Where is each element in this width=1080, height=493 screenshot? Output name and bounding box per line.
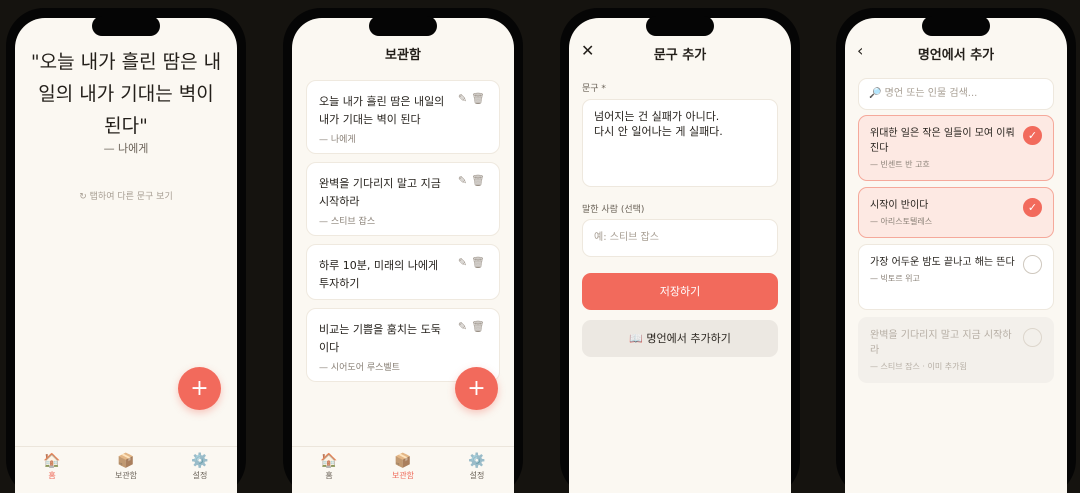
tab-home[interactable]: 🏠 홈 bbox=[292, 447, 366, 493]
tab-settings-label: 설정 bbox=[192, 471, 208, 480]
add-quote-fab[interactable]: + bbox=[178, 367, 221, 410]
famous-quote-item-disabled: 완벽을 기다리지 말고 지금 시작하라 — 스티브 잡스 · 이미 추가됨 bbox=[858, 317, 1054, 383]
famous-quote-author: — 아리스토텔레스 bbox=[870, 217, 933, 226]
home-icon: 🏠 bbox=[320, 453, 338, 469]
home-icon: 🏠 bbox=[43, 453, 61, 469]
phone-famous: ‹ 명언에서 추가 🔎 명언 또는 인물 검색... 위대한 일은 작은 일들이… bbox=[836, 8, 1076, 493]
saved-card-author: — 스티브 잡스 bbox=[319, 217, 376, 227]
phrase-textarea[interactable]: 넘어지는 건 실패가 아니다. 다시 안 일어나는 게 실패다. bbox=[582, 99, 778, 187]
archive-box-icon: 📦 bbox=[117, 453, 135, 469]
saved-card-actions: ✎🗑 bbox=[458, 174, 489, 187]
home-screen: "오늘 내가 흘린 땀은 내일의 내가 기대는 벽이 된다" — 나에게 ↻ 탭… bbox=[15, 18, 237, 493]
phone-notch bbox=[92, 16, 160, 36]
famous-quote-item[interactable]: 위대한 일은 작은 일들이 모여 이뤄진다 — 빈센트 반 고흐 ✓ bbox=[858, 115, 1054, 181]
tab-archive-label: 보관함 bbox=[114, 471, 138, 480]
tab-archive[interactable]: 📦 보관함 bbox=[89, 447, 163, 493]
archive-screen: 보관함 오늘 내가 흘린 땀은 내일의 내가 기대는 벽이 된다 — 나에게 ✎… bbox=[292, 18, 514, 493]
author-input[interactable]: 예: 스티브 잡스 bbox=[582, 219, 778, 257]
trash-icon[interactable]: 🗑 bbox=[471, 320, 489, 333]
phrase-label: 문구 * bbox=[582, 84, 606, 94]
page-title: 문구 추가 bbox=[653, 48, 707, 63]
tab-home[interactable]: 🏠 홈 bbox=[15, 447, 89, 493]
phone-archive: 보관함 오늘 내가 흘린 땀은 내일의 내가 기대는 벽이 된다 — 나에게 ✎… bbox=[283, 8, 523, 493]
tab-bar: 🏠 홈 📦 보관함 ⚙️ 설정 bbox=[15, 446, 237, 493]
famous-quote-text: 위대한 일은 작은 일들이 모여 이뤄진다 bbox=[870, 128, 1015, 154]
phone-add: ✕ 문구 추가 문구 * 넘어지는 건 실패가 아니다. 다시 안 일어나는 게… bbox=[560, 8, 800, 493]
tab-archive[interactable]: 📦 보관함 bbox=[366, 447, 440, 493]
add-screen: ✕ 문구 추가 문구 * 넘어지는 건 실패가 아니다. 다시 안 일어나는 게… bbox=[569, 18, 791, 493]
phone-notch bbox=[646, 16, 714, 36]
phone-home: "오늘 내가 흘린 땀은 내일의 내가 기대는 벽이 된다" — 나에게 ↻ 탭… bbox=[6, 8, 246, 493]
edit-icon[interactable]: ✎ bbox=[458, 174, 471, 187]
checkbox-checked[interactable]: ✓ bbox=[1023, 198, 1042, 217]
famous-quote-text: 시작이 반이다 bbox=[870, 200, 929, 211]
add-quote-fab[interactable]: + bbox=[455, 367, 498, 410]
edit-icon[interactable]: ✎ bbox=[458, 256, 471, 269]
famous-quote-item[interactable]: 시작이 반이다 — 아리스토텔레스 ✓ bbox=[858, 187, 1054, 238]
author-label: 말한 사람 (선택) bbox=[582, 205, 645, 215]
saved-card[interactable]: 하루 10분, 미래의 나에게 투자하기 ✎🗑 bbox=[306, 244, 500, 300]
famous-quote-author: — 스티브 잡스 · 이미 추가됨 bbox=[870, 362, 967, 371]
home-refresh-hint[interactable]: ↻ 탭하여 다른 문구 보기 bbox=[15, 189, 237, 202]
saved-card-author: — 나에게 bbox=[319, 135, 356, 145]
famous-screen: ‹ 명언에서 추가 🔎 명언 또는 인물 검색... 위대한 일은 작은 일들이… bbox=[845, 18, 1067, 493]
archive-box-icon: 📦 bbox=[394, 453, 412, 469]
home-quote-author: — 나에게 bbox=[103, 142, 149, 155]
edit-icon[interactable]: ✎ bbox=[458, 320, 471, 333]
tab-settings[interactable]: ⚙️ 설정 bbox=[440, 447, 514, 493]
save-button[interactable]: 저장하기 bbox=[582, 273, 778, 310]
famous-quote-author: — 빈센트 반 고흐 bbox=[870, 160, 930, 169]
trash-icon[interactable]: 🗑 bbox=[471, 92, 489, 105]
tab-archive-label: 보관함 bbox=[391, 471, 415, 480]
famous-quote-item[interactable]: 가장 어두운 밤도 끝나고 해는 뜬다 — 빅토르 위고 bbox=[858, 244, 1054, 310]
gear-icon: ⚙️ bbox=[191, 453, 209, 469]
famous-quote-text: 완벽을 기다리지 말고 지금 시작하라 bbox=[870, 330, 1012, 356]
famous-quote-author: — 빅토르 위고 bbox=[870, 274, 920, 283]
search-input[interactable]: 🔎 명언 또는 인물 검색... bbox=[858, 78, 1054, 110]
phone-notch bbox=[922, 16, 990, 36]
tab-settings-label: 설정 bbox=[469, 471, 485, 480]
home-quote-text[interactable]: "오늘 내가 흘린 땀은 내일의 내가 기대는 벽이 된다" bbox=[29, 46, 223, 142]
page-title: 명언에서 추가 bbox=[917, 48, 995, 63]
checkbox-unchecked[interactable] bbox=[1023, 255, 1042, 274]
checkbox-checked[interactable]: ✓ bbox=[1023, 126, 1042, 145]
phone-notch bbox=[369, 16, 437, 36]
tab-home-label: 홈 bbox=[325, 471, 333, 480]
saved-card-actions: ✎🗑 bbox=[458, 256, 489, 269]
famous-quote-text: 가장 어두운 밤도 끝나고 해는 뜬다 bbox=[870, 257, 1015, 268]
trash-icon[interactable]: 🗑 bbox=[471, 256, 489, 269]
tab-settings[interactable]: ⚙️ 설정 bbox=[163, 447, 237, 493]
trash-icon[interactable]: 🗑 bbox=[471, 174, 489, 187]
gear-icon: ⚙️ bbox=[468, 453, 486, 469]
page-title: 보관함 bbox=[385, 48, 421, 63]
edit-icon[interactable]: ✎ bbox=[458, 92, 471, 105]
tab-home-label: 홈 bbox=[48, 471, 56, 480]
saved-card-actions: ✎🗑 bbox=[458, 92, 489, 105]
add-from-famous-button[interactable]: 📖 명언에서 추가하기 bbox=[582, 320, 778, 357]
tab-bar: 🏠 홈 📦 보관함 ⚙️ 설정 bbox=[292, 446, 514, 493]
saved-card[interactable]: 완벽을 기다리지 말고 지금 시작하라 — 스티브 잡스 ✎🗑 bbox=[306, 162, 500, 236]
saved-card-actions: ✎🗑 bbox=[458, 320, 489, 333]
checkbox-disabled bbox=[1023, 328, 1042, 347]
saved-card[interactable]: 오늘 내가 흘린 땀은 내일의 내가 기대는 벽이 된다 — 나에게 ✎🗑 bbox=[306, 80, 500, 154]
